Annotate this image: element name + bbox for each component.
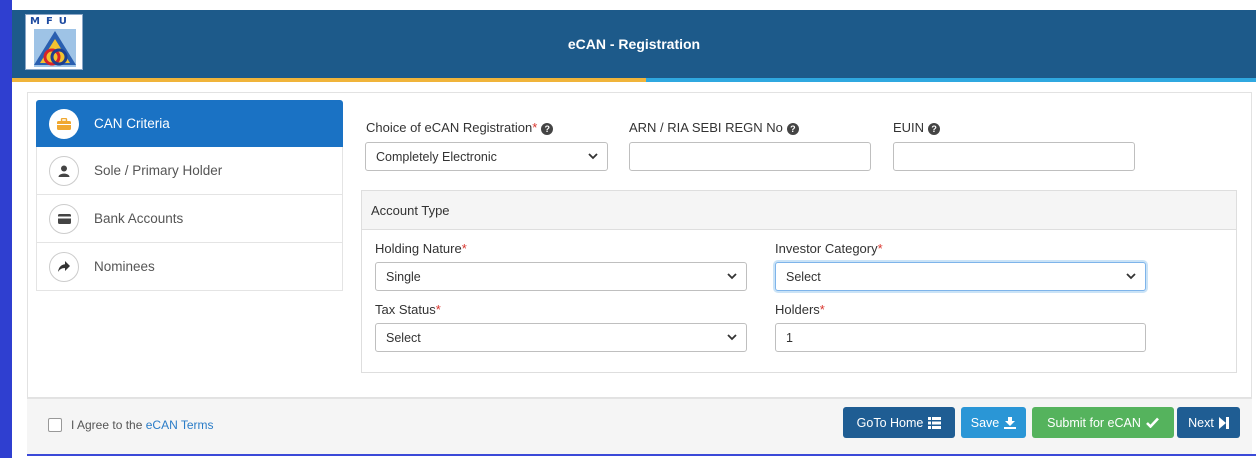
page-title: eCAN - Registration — [567, 36, 701, 52]
help-icon[interactable]: ? — [928, 123, 941, 135]
agree-checkbox[interactable] — [48, 418, 62, 432]
next-button[interactable]: Next — [1177, 407, 1240, 438]
footer-border — [27, 454, 1256, 456]
chevron-down-icon — [727, 273, 737, 280]
help-icon[interactable]: ? — [541, 123, 554, 135]
ecan-terms-link[interactable]: eCAN Terms — [146, 418, 214, 432]
download-icon — [1004, 416, 1017, 429]
sidebar-nav: CAN Criteria Sole / Primary Holder Bank … — [36, 100, 343, 291]
sidebar-item-nominees[interactable]: Nominees — [36, 243, 343, 291]
credit-card-icon — [49, 203, 79, 234]
investor-category-label: Investor Category* — [775, 241, 883, 256]
list-icon — [928, 416, 942, 429]
tax-status-label: Tax Status* — [375, 302, 441, 317]
euin-input[interactable] — [893, 142, 1135, 171]
header-accent-left — [12, 78, 646, 82]
user-icon — [49, 155, 79, 186]
sidebar-item-sole-primary-holder[interactable]: Sole / Primary Holder — [36, 147, 343, 195]
submit-for-ecan-button[interactable]: Submit for eCAN — [1032, 407, 1174, 438]
holders-label: Holders* — [775, 302, 825, 317]
window-left-border — [0, 0, 12, 458]
holding-nature-label: Holding Nature* — [375, 241, 467, 256]
choice-select[interactable]: Completely Electronic — [365, 142, 608, 171]
goto-home-button[interactable]: GoTo Home — [843, 407, 955, 438]
header-accent-right — [646, 78, 1256, 82]
share-arrow-icon — [49, 251, 79, 282]
holders-input[interactable]: 1 — [775, 323, 1146, 352]
sidebar-item-bank-accounts[interactable]: Bank Accounts — [36, 195, 343, 243]
holding-nature-select[interactable]: Single — [375, 262, 747, 291]
sidebar-item-label: Sole / Primary Holder — [94, 163, 223, 178]
chevron-down-icon — [727, 334, 737, 341]
sidebar-item-label: Bank Accounts — [94, 211, 184, 226]
sidebar-item-label: Nominees — [94, 259, 155, 274]
checkmark-icon — [1145, 417, 1159, 428]
save-button[interactable]: Save — [961, 407, 1026, 438]
choice-label: Choice of eCAN Registration*? — [366, 120, 554, 135]
sidebar-item-can-criteria[interactable]: CAN Criteria — [36, 100, 343, 147]
chevron-down-icon — [1126, 273, 1136, 280]
briefcase-icon — [49, 108, 79, 139]
chevron-down-icon — [588, 153, 598, 160]
account-type-heading: Account Type — [362, 191, 1236, 230]
help-icon[interactable]: ? — [786, 123, 799, 135]
page-top-margin — [0, 0, 1256, 10]
sidebar-item-label: CAN Criteria — [94, 116, 170, 131]
arn-label: ARN / RIA SEBI REGN No? — [629, 120, 799, 135]
tax-status-select[interactable]: Select — [375, 323, 747, 352]
arn-input[interactable] — [629, 142, 871, 171]
investor-category-select[interactable]: Select — [775, 262, 1146, 291]
euin-label: EUIN? — [893, 120, 941, 135]
agree-text: I Agree to the eCAN Terms — [71, 418, 214, 432]
step-forward-icon — [1218, 416, 1229, 429]
